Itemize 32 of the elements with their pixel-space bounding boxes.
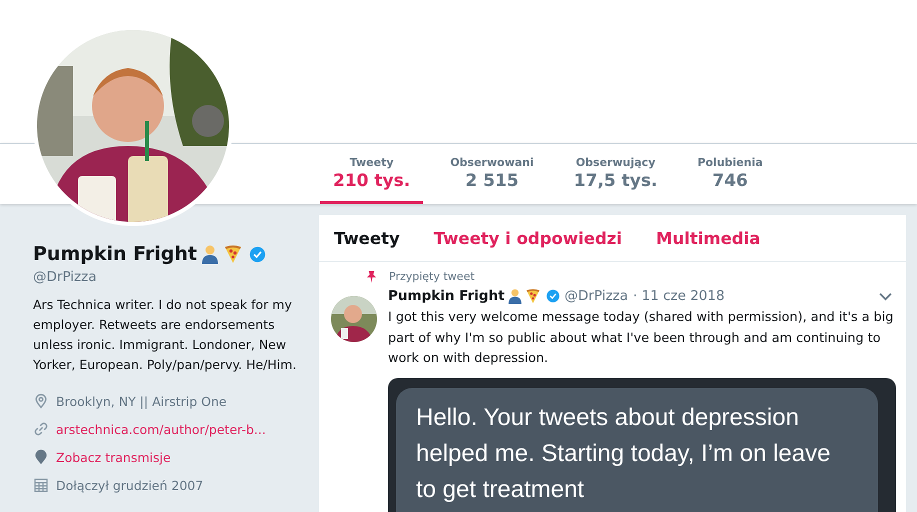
tweet-handle: @DrPizza [564, 288, 628, 304]
pizza-icon [223, 244, 243, 264]
location-icon [33, 393, 49, 409]
stat-tab[interactable]: Tweety 210 tys. [320, 144, 424, 204]
timeline-tab[interactable]: Multimedia [656, 228, 760, 248]
profile-name: Pumpkin Fright [33, 243, 197, 265]
tweet-author[interactable]: Pumpkin Fright [388, 288, 505, 304]
profile-detail: Brooklyn, NY || Airstrip One [56, 394, 227, 408]
stat-tab[interactable]: Obserwowani 2 515 [437, 144, 547, 204]
pinned-label: Przypięty tweet [389, 270, 475, 282]
caret-icon[interactable] [879, 292, 892, 300]
pin-icon [366, 270, 377, 282]
calendar-icon [33, 477, 49, 493]
message-text: Hello. Your tweets about depression helped me. Starting today, I’m on leave to get treatment [416, 402, 832, 504]
profile-detail: Dołączył grudzień 2007 [56, 478, 204, 492]
stat-tab[interactable]: Polubienia 746 [684, 144, 776, 204]
profile-link[interactable]: arstechnica.com/author/peter-b... [56, 422, 266, 436]
pin-icon [33, 449, 49, 465]
stat-tab[interactable]: Obserwujący 17,5 tys. [560, 144, 670, 204]
person-icon [200, 244, 220, 264]
tweet-image[interactable]: Hello. Your tweets about depression helped me. Starting today, I’m on leave to get treatment [388, 378, 896, 512]
person-icon [506, 288, 523, 304]
profile-link[interactable]: Zobacz transmisje [56, 450, 171, 464]
profile-handle: @DrPizza [33, 269, 98, 285]
profile-bio: Ars Technica writer. I do not speak for my employer. Retweets are endorsements unless ironic. Immigrant. Londoner, New Yorker, European. Poly/pan/pervy. He/Him. [33, 296, 298, 374]
timeline-tab[interactable]: Tweety [334, 228, 400, 248]
avatar-icon [331, 296, 377, 342]
pizza-icon [524, 288, 541, 304]
timeline-tab[interactable]: Tweety i odpowiedzi [434, 228, 622, 248]
link-icon [33, 421, 49, 437]
tweet-date[interactable]: · 11 cze 2018 [633, 288, 725, 304]
tweet-text: I got this very welcome message today (shared with permission), and it's a big part of why I'm so public about what I've been through and am continuing to work on with depression. [388, 309, 894, 368]
